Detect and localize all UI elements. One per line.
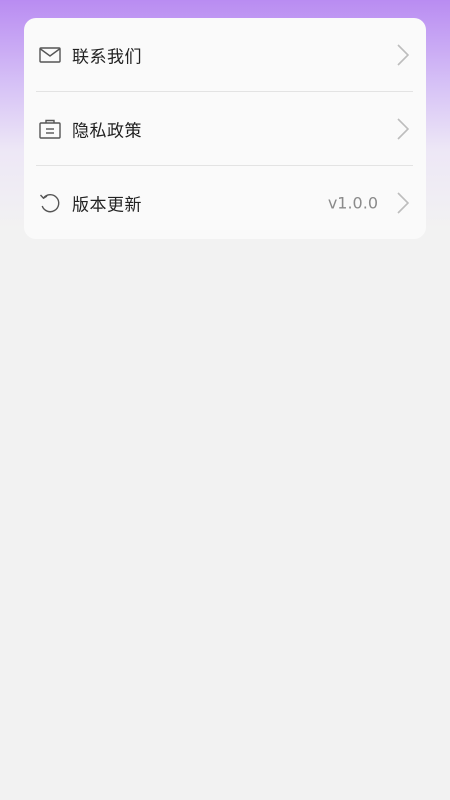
mail-icon <box>38 43 62 67</box>
menu-item-label: 隐私政策 <box>72 121 142 141</box>
settings-card: 联系我们 隐私政策 版本更新 v1.0.0 <box>24 18 426 239</box>
briefcase-document-icon <box>38 117 62 141</box>
menu-item-label: 联系我们 <box>72 47 142 67</box>
version-number: v1.0.0 <box>327 193 378 212</box>
menu-item-label: 版本更新 <box>72 195 142 215</box>
menu-item-contact-us[interactable]: 联系我们 <box>24 18 426 91</box>
chevron-right-icon <box>396 43 410 67</box>
refresh-icon <box>38 191 62 215</box>
chevron-right-icon <box>396 191 410 215</box>
menu-item-privacy-policy[interactable]: 隐私政策 <box>24 92 426 165</box>
menu-item-version-update[interactable]: 版本更新 v1.0.0 <box>24 166 426 239</box>
chevron-right-icon <box>396 117 410 141</box>
